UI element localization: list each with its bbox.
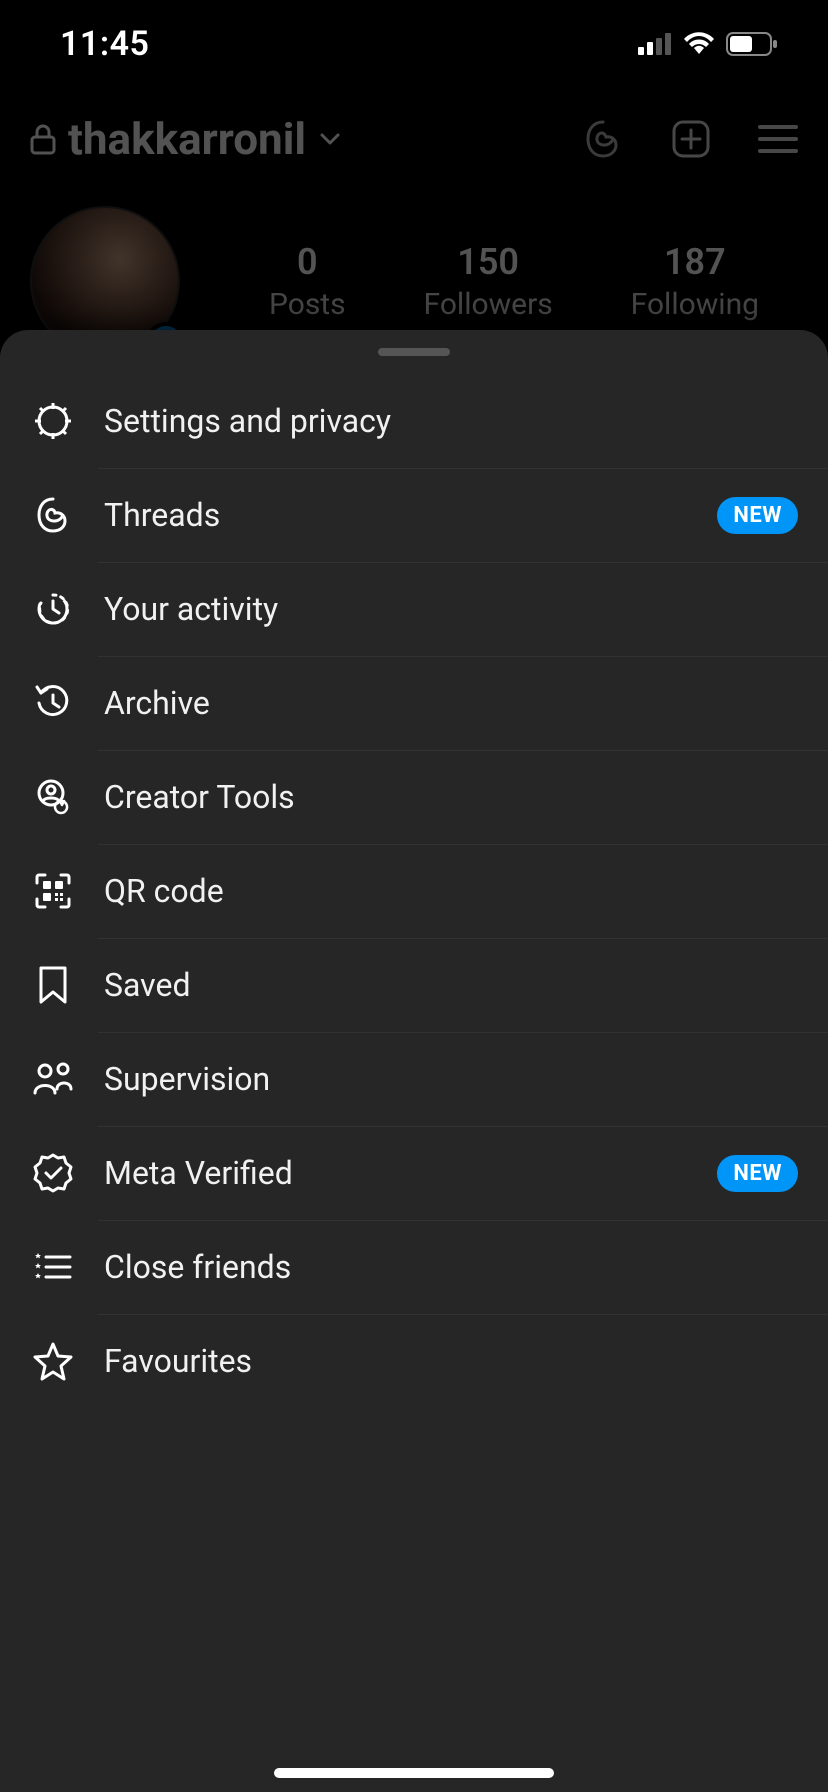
threads-icon xyxy=(30,492,76,538)
activity-icon xyxy=(30,586,76,632)
menu-item-meta-verified[interactable]: Meta Verified NEW xyxy=(0,1126,828,1220)
stat-following[interactable]: 187 Following xyxy=(631,241,759,322)
menu-label: QR code xyxy=(104,872,798,910)
battery-icon xyxy=(726,32,778,56)
profile-stats: 0 Posts 150 Followers 187 Following xyxy=(230,241,798,322)
menu-label: Your activity xyxy=(104,590,798,628)
menu-item-threads[interactable]: Threads NEW xyxy=(0,468,828,562)
stat-posts[interactable]: 0 Posts xyxy=(269,241,346,322)
star-icon xyxy=(30,1338,76,1384)
profile-username: thakkarronil xyxy=(68,113,306,165)
threads-header-icon[interactable] xyxy=(582,118,624,160)
menu-item-creator-tools[interactable]: Creator Tools xyxy=(0,750,828,844)
menu-label: Favourites xyxy=(104,1342,798,1380)
menu-sheet: Settings and privacy Threads NEW Your ac… xyxy=(0,330,828,1792)
status-time: 11:45 xyxy=(60,24,149,64)
menu-label: Supervision xyxy=(104,1060,798,1098)
stat-followers-label: Followers xyxy=(424,287,553,322)
status-bar: 11:45 xyxy=(0,0,828,88)
home-indicator[interactable] xyxy=(274,1768,554,1778)
status-icons xyxy=(638,32,778,56)
creator-tools-icon xyxy=(30,774,76,820)
menu-label: Threads xyxy=(104,496,717,534)
menu-item-settings[interactable]: Settings and privacy xyxy=(0,374,828,468)
hamburger-menu-icon[interactable] xyxy=(758,123,798,155)
new-badge: NEW xyxy=(717,1155,798,1192)
chevron-down-icon xyxy=(318,127,342,151)
menu-label: Settings and privacy xyxy=(104,402,798,440)
menu-item-qr-code[interactable]: QR code xyxy=(0,844,828,938)
menu-list: Settings and privacy Threads NEW Your ac… xyxy=(0,374,828,1408)
menu-item-saved[interactable]: Saved xyxy=(0,938,828,1032)
cellular-icon xyxy=(638,33,672,55)
menu-label: Archive xyxy=(104,684,798,722)
header-actions xyxy=(582,118,798,160)
stat-posts-value: 0 xyxy=(269,241,346,283)
meta-verified-icon xyxy=(30,1150,76,1196)
create-post-icon[interactable] xyxy=(670,118,712,160)
sheet-grabber[interactable] xyxy=(378,348,450,356)
supervision-icon xyxy=(30,1056,76,1102)
stat-following-value: 187 xyxy=(631,241,759,283)
qr-code-icon xyxy=(30,868,76,914)
menu-item-archive[interactable]: Archive xyxy=(0,656,828,750)
menu-label: Creator Tools xyxy=(104,778,798,816)
menu-item-favourites[interactable]: Favourites xyxy=(0,1314,828,1408)
menu-label: Close friends xyxy=(104,1248,798,1286)
menu-item-supervision[interactable]: Supervision xyxy=(0,1032,828,1126)
stat-posts-label: Posts xyxy=(269,287,346,322)
close-friends-icon xyxy=(30,1244,76,1290)
bookmark-icon xyxy=(30,962,76,1008)
wifi-icon xyxy=(682,32,716,56)
lock-icon xyxy=(30,123,56,155)
menu-label: Saved xyxy=(104,966,798,1004)
stat-followers[interactable]: 150 Followers xyxy=(424,241,553,322)
profile-name-wrap[interactable]: thakkarronil xyxy=(30,113,342,165)
menu-label: Meta Verified xyxy=(104,1154,717,1192)
archive-icon xyxy=(30,680,76,726)
gear-icon xyxy=(30,398,76,444)
new-badge: NEW xyxy=(717,497,798,534)
profile-header: thakkarronil xyxy=(30,98,798,180)
stat-following-label: Following xyxy=(631,287,759,322)
menu-item-activity[interactable]: Your activity xyxy=(0,562,828,656)
profile-background: thakkarronil xyxy=(0,88,828,356)
stat-followers-value: 150 xyxy=(424,241,553,283)
menu-item-close-friends[interactable]: Close friends xyxy=(0,1220,828,1314)
